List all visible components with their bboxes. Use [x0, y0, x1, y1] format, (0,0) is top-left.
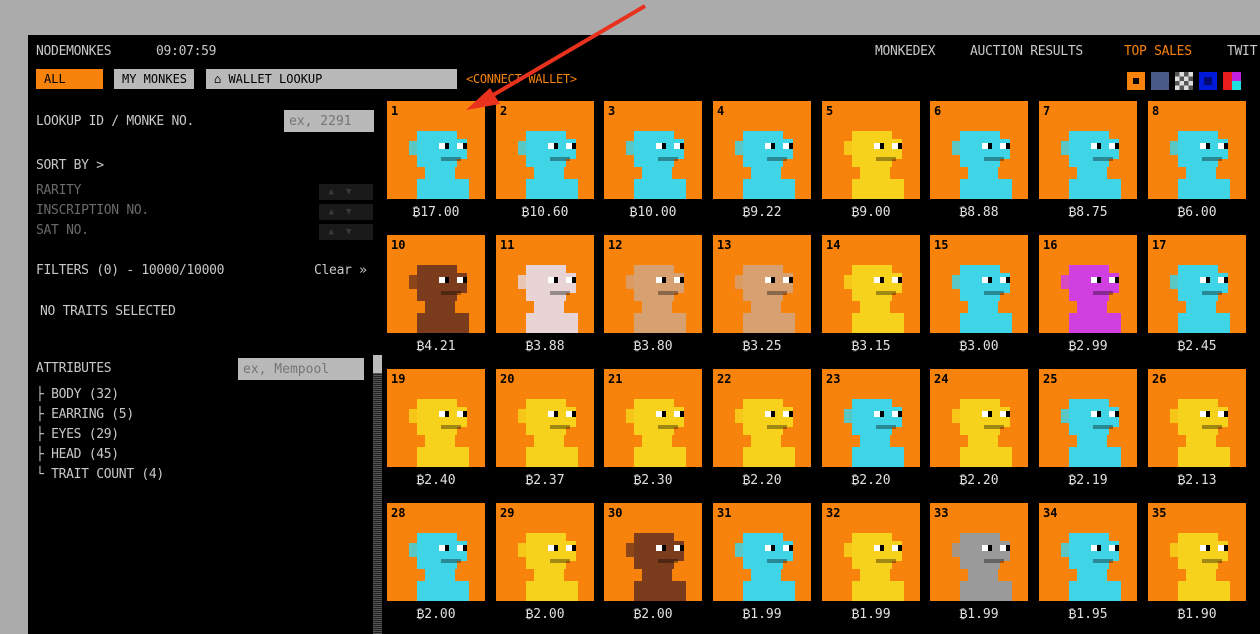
annotation-arrow-icon — [466, 4, 647, 110]
